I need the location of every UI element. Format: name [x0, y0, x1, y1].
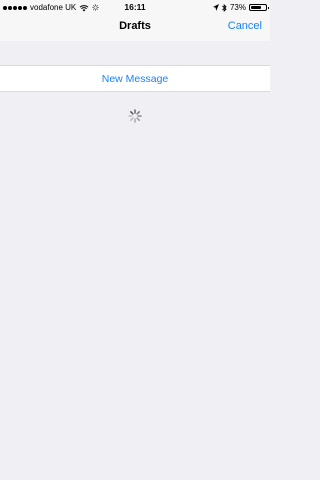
new-message-row[interactable]: New Message [0, 65, 270, 92]
status-bar: vodafone UK 16:11 73% [0, 0, 270, 14]
new-message-button[interactable]: New Message [0, 73, 270, 85]
battery-fill [251, 6, 262, 9]
activity-spinner-icon [128, 109, 142, 123]
battery-icon [249, 4, 269, 11]
battery-percent: 73% [229, 3, 246, 12]
location-arrow-icon [212, 4, 219, 11]
status-right: 73% [212, 3, 269, 12]
bluetooth-icon [222, 3, 227, 12]
cancel-button[interactable]: Cancel [228, 20, 262, 32]
navigation-bar: Drafts Cancel [0, 14, 270, 41]
